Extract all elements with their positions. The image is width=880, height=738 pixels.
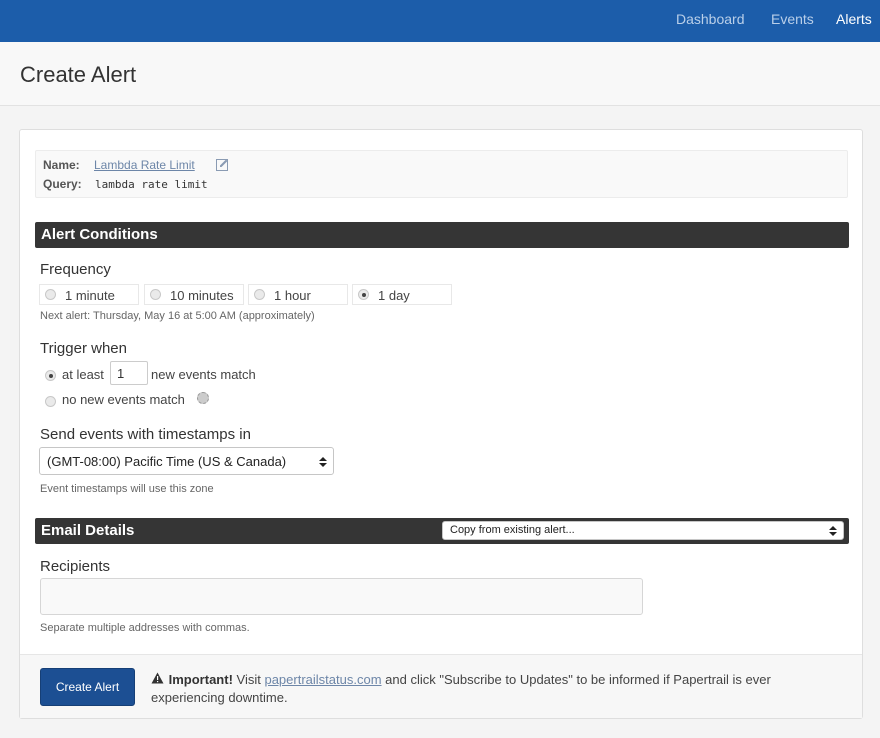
nav-dashboard-link[interactable]: Dashboard <box>676 11 745 27</box>
status-notice: Important! Visit papertrailstatus.com an… <box>151 671 831 707</box>
page-header: Create Alert <box>0 42 880 106</box>
status-page-link[interactable]: papertrailstatus.com <box>264 672 381 687</box>
query-label: Query: <box>43 177 82 191</box>
new-events-match-label: new events match <box>151 367 256 382</box>
trigger-at-least-radio[interactable] <box>45 370 56 381</box>
visit-text: Visit <box>232 672 265 687</box>
copy-from-alert-select[interactable]: Copy from existing alert... <box>442 521 844 540</box>
frequency-option-1-minute[interactable]: 1 minute <box>39 284 139 305</box>
help-icon[interactable] <box>197 392 209 404</box>
trigger-no-new-radio[interactable] <box>45 396 56 407</box>
next-alert-hint: Next alert: Thursday, May 16 at 5:00 AM … <box>40 310 315 322</box>
copy-select-value: Copy from existing alert... <box>450 524 575 536</box>
section-title: Email Details <box>41 522 135 539</box>
frequency-option-1-hour[interactable]: 1 hour <box>248 284 348 305</box>
radio-button-selected[interactable] <box>358 289 369 300</box>
option-label: 1 minute <box>65 288 115 303</box>
timezone-select[interactable]: (GMT-08:00) Pacific Time (US & Canada) <box>39 447 334 475</box>
frequency-option-1-day[interactable]: 1 day <box>352 284 452 305</box>
event-count-input[interactable] <box>110 361 148 385</box>
no-new-events-label: no new events match <box>62 392 185 407</box>
nav-alerts-link[interactable]: Alerts <box>836 11 872 27</box>
query-value: lambda rate limit <box>95 178 208 191</box>
edit-icon[interactable] <box>216 158 229 171</box>
section-title: Alert Conditions <box>41 226 158 243</box>
radio-button[interactable] <box>45 289 56 300</box>
timezone-hint: Event timestamps will use this zone <box>40 483 214 495</box>
option-label: 1 day <box>378 288 410 303</box>
timezone-label: Send events with timestamps in <box>40 426 251 443</box>
page-title: Create Alert <box>20 62 137 87</box>
timezone-value: (GMT-08:00) Pacific Time (US & Canada) <box>47 454 287 469</box>
warning-icon <box>151 671 165 689</box>
name-label: Name: <box>43 158 80 172</box>
recipients-hint: Separate multiple addresses with commas. <box>40 622 250 634</box>
radio-button[interactable] <box>254 289 265 300</box>
frequency-option-10-minutes[interactable]: 10 minutes <box>144 284 244 305</box>
search-name-link[interactable]: Lambda Rate Limit <box>94 158 195 172</box>
recipients-input[interactable] <box>40 578 643 615</box>
important-label: Important! <box>168 672 233 687</box>
create-alert-button[interactable]: Create Alert <box>40 668 135 706</box>
option-label: 10 minutes <box>170 288 234 303</box>
email-details-header: Email Details Copy from existing alert..… <box>35 518 849 544</box>
recipients-label: Recipients <box>40 558 111 575</box>
trigger-label: Trigger when <box>40 340 127 357</box>
form-footer: Create Alert Important! Visit papertrail… <box>20 654 862 718</box>
option-label: 1 hour <box>274 288 311 303</box>
radio-button[interactable] <box>150 289 161 300</box>
saved-search-summary: Name: Lambda Rate Limit Query: lambda ra… <box>35 150 848 198</box>
frequency-label: Frequency <box>40 261 111 278</box>
alert-form-card: Name: Lambda Rate Limit Query: lambda ra… <box>19 129 863 719</box>
nav-events-link[interactable]: Events <box>771 11 814 27</box>
at-least-label: at least <box>62 367 104 382</box>
top-navbar: Dashboard Events Alerts <box>0 0 880 42</box>
alert-conditions-header: Alert Conditions <box>35 222 849 248</box>
